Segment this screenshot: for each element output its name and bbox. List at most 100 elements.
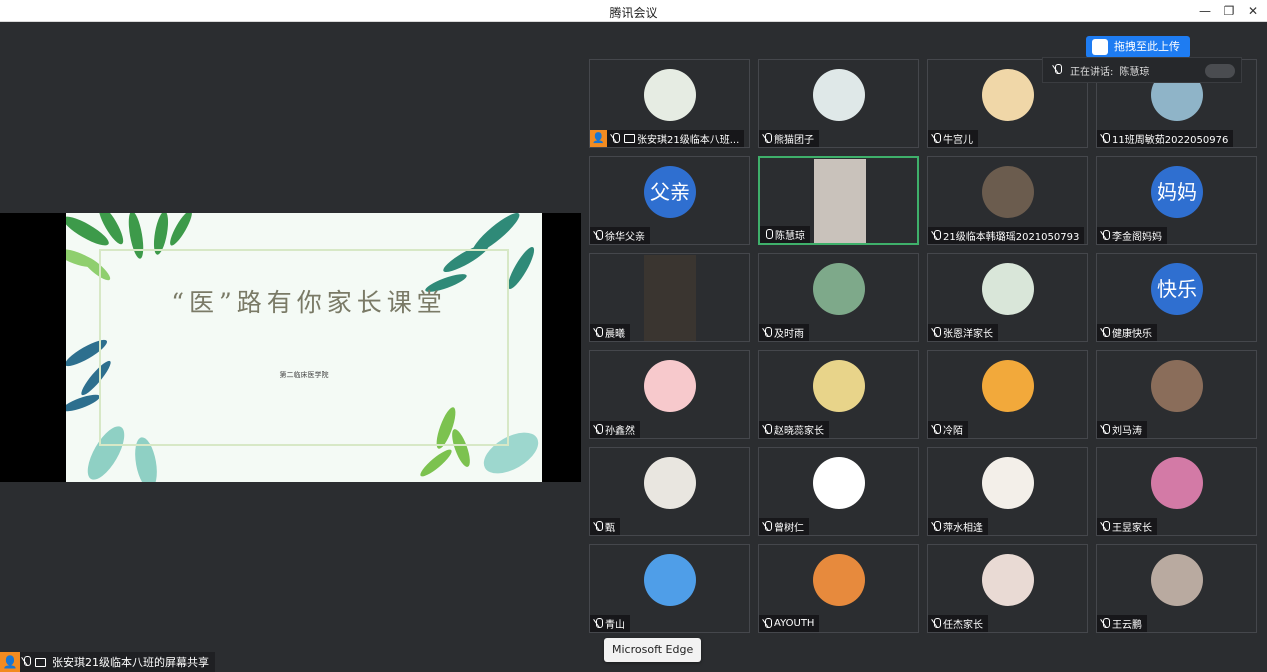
- screen-share-icon: [35, 657, 46, 667]
- participant-tile[interactable]: 青山: [589, 544, 750, 633]
- participant-tile[interactable]: 王昱家长: [1096, 447, 1257, 536]
- participant-tile[interactable]: 曾树仁: [758, 447, 919, 536]
- participant-tile[interactable]: AYOUTH: [758, 544, 919, 633]
- avatar: [813, 263, 865, 315]
- participant-name: 冷陌: [943, 426, 963, 437]
- video-feed: [644, 255, 696, 341]
- mic-muted-icon: [932, 326, 941, 339]
- participant-tile[interactable]: 赵晓蕊家长: [758, 350, 919, 439]
- slide-frame: [99, 249, 509, 446]
- participant-tile[interactable]: 21级临本韩璐瑶2021050793: [927, 156, 1088, 245]
- avatar: [982, 360, 1034, 412]
- speaking-label: 正在讲话:: [1070, 66, 1114, 78]
- upload-icon: [1092, 39, 1108, 55]
- participant-tile[interactable]: 任杰家长: [927, 544, 1088, 633]
- avatar: [813, 360, 865, 412]
- screen-share-icon: [624, 134, 635, 143]
- participant-gallery: 👤 张安琪21级临本八班... 熊猫团子 牛宫儿 11班周敏茹2022050976 父亲徐…: [581, 22, 1267, 672]
- mic-muted-icon: [932, 423, 941, 436]
- mic-muted-icon: [594, 520, 603, 533]
- slide-title: “医”路有你家长课堂: [171, 288, 447, 317]
- participant-tile[interactable]: 👤 张安琪21级临本八班...: [589, 59, 750, 148]
- participant-tile[interactable]: 及时雨: [758, 253, 919, 342]
- participant-tile[interactable]: 王云鹏: [1096, 544, 1257, 633]
- avatar: [982, 263, 1034, 315]
- participant-tile[interactable]: 陈慧琼: [758, 156, 919, 245]
- participant-nameplate: 冷陌: [928, 421, 968, 438]
- participant-tile[interactable]: 冷陌: [927, 350, 1088, 439]
- participant-tile[interactable]: 刘马涛: [1096, 350, 1257, 439]
- avatar: [1151, 554, 1203, 606]
- participant-nameplate: 王昱家长: [1097, 518, 1157, 535]
- participant-tile[interactable]: 张恩洋家长: [927, 253, 1088, 342]
- mic-muted-icon: [1101, 520, 1110, 533]
- participant-tile[interactable]: 父亲徐华父亲: [589, 156, 750, 245]
- participant-name: 晨曦: [605, 329, 625, 340]
- avatar: [982, 166, 1034, 218]
- avatar: [644, 69, 696, 121]
- avatar: 快乐: [1151, 263, 1203, 315]
- participant-nameplate: 牛宫儿: [928, 130, 978, 147]
- participant-tile[interactable]: 快乐健康快乐: [1096, 253, 1257, 342]
- participant-name: 王云鹏: [1112, 620, 1142, 631]
- mic-muted-icon: [1101, 423, 1110, 436]
- participant-nameplate: 任杰家长: [928, 615, 988, 632]
- participant-nameplate: 熊猫团子: [759, 130, 819, 147]
- mic-muted-icon: [763, 132, 772, 145]
- participant-tile[interactable]: 晨曦: [589, 253, 750, 342]
- avatar: [813, 457, 865, 509]
- mic-muted-icon: [763, 617, 772, 630]
- avatar: 妈妈: [1151, 166, 1203, 218]
- mic-muted-icon: [1101, 229, 1110, 242]
- restore-button[interactable]: ❐: [1218, 2, 1240, 20]
- participant-name: 陈慧琼: [775, 231, 805, 242]
- participant-name: 萍水相逢: [943, 523, 983, 534]
- mic-muted-icon: [763, 326, 772, 339]
- mic-muted-icon: [594, 617, 603, 630]
- participant-name: 健康快乐: [1112, 329, 1152, 340]
- participant-name: 牛宫儿: [943, 135, 973, 146]
- participant-nameplate: 曾树仁: [759, 518, 809, 535]
- participant-name: 11班周敏茹2022050976: [1112, 135, 1229, 146]
- avatar: [644, 457, 696, 509]
- participant-name: 赵晓蕊家长: [774, 426, 824, 437]
- participant-tile[interactable]: 妈妈 李金阁妈妈: [1096, 156, 1257, 245]
- participant-name: 青山: [605, 620, 625, 631]
- avatar: [982, 69, 1034, 121]
- host-icon: 👤: [590, 130, 607, 147]
- mic-muted-icon: [932, 229, 941, 242]
- shared-screen-pane: ›: [0, 22, 581, 672]
- mic-muted-icon: [594, 423, 603, 436]
- avatar: [813, 554, 865, 606]
- participant-nameplate: 👤 张安琪21级临本八班...: [590, 130, 745, 147]
- participant-tile[interactable]: 熊猫团子: [758, 59, 919, 148]
- mic-muted-icon: [763, 520, 772, 533]
- avatar: [1151, 457, 1203, 509]
- mic-muted-icon: [932, 132, 941, 145]
- blurred-avatar: [1205, 64, 1235, 78]
- participant-tile[interactable]: 孙鑫然: [589, 350, 750, 439]
- avatar: [982, 457, 1034, 509]
- participant-name: 王昱家长: [1112, 523, 1152, 534]
- participant-tile[interactable]: 萍水相逢: [927, 447, 1088, 536]
- participant-name: 熊猫团子: [774, 135, 814, 146]
- mic-muted-icon: [763, 423, 772, 436]
- participant-name: 张安琪21级临本八班...: [637, 135, 740, 146]
- avatar: [982, 554, 1034, 606]
- mic-muted-icon: [932, 520, 941, 533]
- minimize-button[interactable]: —: [1194, 2, 1216, 20]
- drag-upload-button[interactable]: 拖拽至此上传: [1086, 36, 1190, 58]
- participant-nameplate: 徐华父亲: [590, 227, 650, 244]
- participant-nameplate: 萍水相逢: [928, 518, 988, 535]
- participant-tile[interactable]: 甄: [589, 447, 750, 536]
- avatar: 父亲: [644, 166, 696, 218]
- window-title: 腾讯会议: [609, 6, 658, 20]
- mic-muted-icon: [594, 326, 603, 339]
- participant-nameplate: 11班周敏茹2022050976: [1097, 130, 1234, 147]
- participant-name: 甄: [605, 523, 615, 534]
- speaking-name: 陈慧琼: [1119, 66, 1150, 78]
- close-button[interactable]: ✕: [1242, 2, 1264, 20]
- participant-nameplate: 及时雨: [759, 324, 809, 341]
- speaking-indicator: 正在讲话: 陈慧琼: [1042, 57, 1242, 83]
- avatar: [813, 69, 865, 121]
